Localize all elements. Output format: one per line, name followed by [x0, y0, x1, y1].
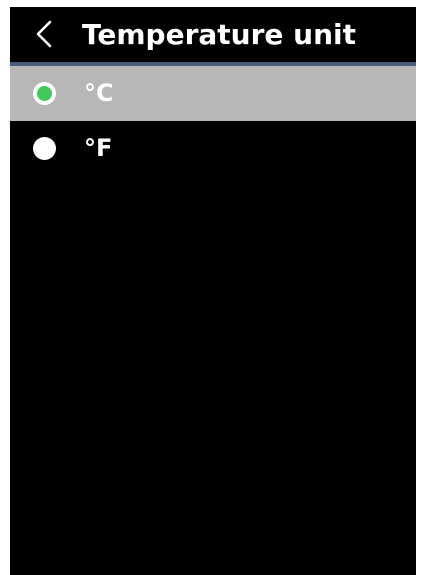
unit-option-list: °C °F	[10, 66, 416, 176]
unit-option-celsius[interactable]: °C	[10, 66, 416, 121]
page-title: Temperature unit	[82, 18, 356, 51]
radio-selected-icon[interactable]	[33, 82, 56, 105]
radio-unselected-icon[interactable]	[33, 137, 56, 160]
option-label-celsius: °C	[84, 79, 114, 107]
chevron-left-icon	[32, 19, 56, 49]
radio-dot-icon	[37, 86, 52, 101]
header: Temperature unit	[10, 7, 416, 62]
unit-option-fahrenheit[interactable]: °F	[10, 121, 416, 176]
back-button[interactable]	[24, 14, 64, 54]
device-screen: Temperature unit °C °F	[10, 7, 416, 575]
option-label-fahrenheit: °F	[84, 134, 113, 162]
